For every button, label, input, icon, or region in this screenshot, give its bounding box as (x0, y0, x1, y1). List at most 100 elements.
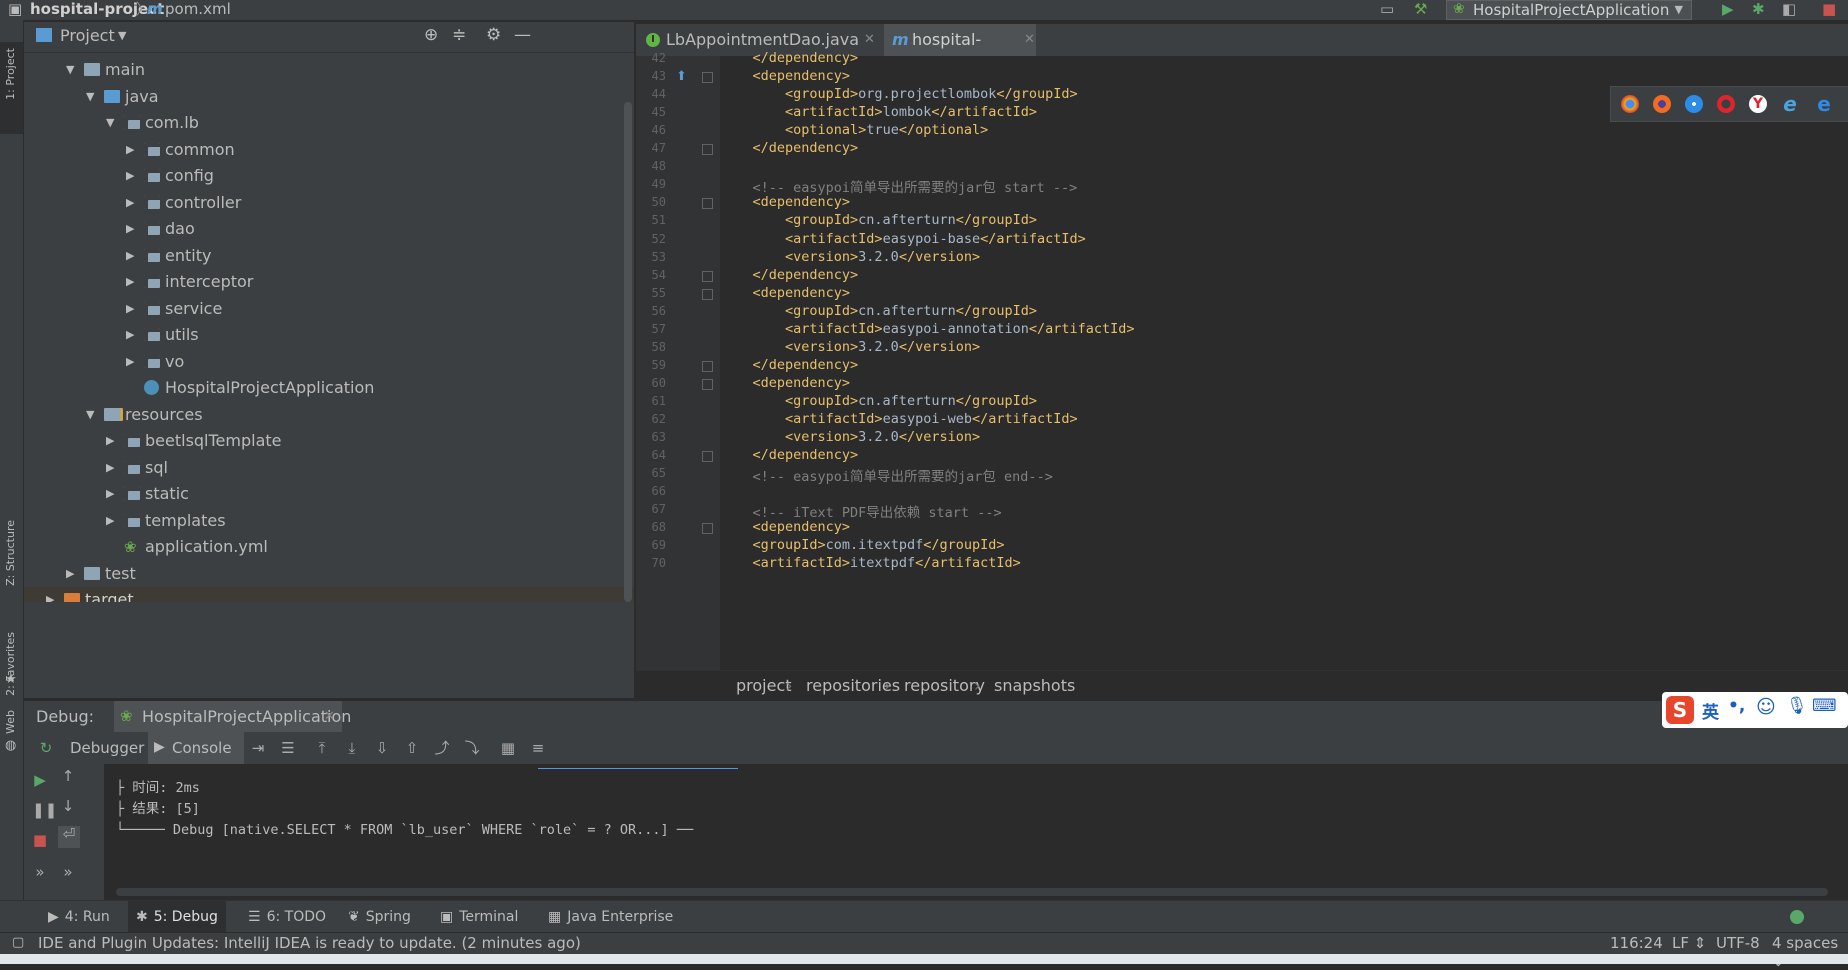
tree-item[interactable]: ❀ application.yml (24, 534, 634, 560)
line-separator[interactable]: LF ⇕ (1672, 934, 1706, 952)
status-toggle-icon[interactable]: ▢ (12, 935, 24, 950)
file-encoding[interactable]: UTF-8 (1716, 934, 1760, 952)
ie-icon[interactable]: e (1781, 94, 1799, 114)
tree-item[interactable]: ▼ resources (24, 402, 634, 428)
chevron-down-icon[interactable]: ▼ (118, 29, 126, 42)
tool-tab[interactable]: ▣ Terminal (432, 901, 526, 933)
trace-icon[interactable]: ≡ (530, 740, 546, 756)
tree-item[interactable]: ▶ entity (24, 243, 634, 269)
step-into-icon[interactable]: ⇩ (374, 740, 390, 756)
ime-lang-toggle[interactable]: 英 (1702, 698, 1719, 723)
tree-item[interactable]: ▶ static (24, 481, 634, 507)
event-log-button[interactable]: Event (1790, 901, 1848, 957)
layout-icon[interactable]: ▭ (1380, 0, 1394, 18)
collapse-all-icon[interactable]: ≑ (452, 25, 466, 45)
sogou-icon[interactable]: S (1666, 696, 1694, 724)
tab-hospital-project[interactable]: m hospital-project ✕ (884, 24, 1036, 81)
frames-icon[interactable]: ☰ (280, 740, 296, 756)
chevron-right-icon[interactable]: ▶ (126, 296, 134, 322)
soft-wrap-icon[interactable]: ⏎ (58, 826, 80, 848)
tree-item[interactable]: ▶ service (24, 296, 634, 322)
minimize-icon[interactable]: — (514, 25, 531, 45)
tree-item[interactable]: ▶ controller (24, 190, 634, 216)
fold-marker-icon[interactable] (702, 360, 713, 372)
fold-marker-icon[interactable] (702, 288, 713, 300)
chevron-right-icon[interactable]: ▶ (46, 587, 54, 602)
project-tool-button[interactable]: 1: Project (0, 42, 23, 134)
stop-icon[interactable]: ■ (1822, 0, 1836, 18)
opera-icon[interactable] (1717, 95, 1735, 113)
rerun-icon[interactable]: ↻ (38, 740, 54, 756)
fold-marker-icon[interactable] (702, 523, 713, 535)
tree-scrollbar[interactable] (624, 102, 632, 602)
arrow-up-icon[interactable]: ↑ (60, 768, 76, 784)
chevron-down-icon[interactable]: ▼ (86, 402, 94, 428)
fold-marker-icon[interactable] (702, 144, 713, 156)
coverage-icon[interactable]: ◧ (1782, 0, 1796, 18)
tree-item[interactable]: ▼ main (24, 57, 634, 83)
breadcrumb-item[interactable]: repository (904, 676, 985, 695)
nav-file[interactable]: pom.xml (165, 0, 231, 18)
tool-tab[interactable]: ❦ Spring (340, 901, 419, 933)
breadcrumb-item[interactable]: snapshots (994, 676, 1075, 695)
project-view-label[interactable]: Project (60, 26, 115, 45)
web-tool-button[interactable]: Web (4, 710, 17, 734)
tree-item[interactable]: ▶ target (24, 587, 634, 602)
chevron-right-icon[interactable]: ▶ (106, 455, 114, 481)
tree-item[interactable]: ▶ sql (24, 455, 634, 481)
tree-item[interactable]: ▶ vo (24, 349, 634, 375)
locate-icon[interactable]: ⊕ (424, 25, 438, 45)
tree-item[interactable]: ▶ config (24, 163, 634, 189)
tool-tab[interactable]: ▶ 4: Run (40, 901, 118, 933)
breadcrumb-item[interactable]: project (736, 676, 792, 695)
keyboard-icon[interactable]: ⌨ (1812, 696, 1837, 716)
indent-setting[interactable]: 4 spaces ⇕ (1772, 934, 1848, 970)
tool-tab[interactable]: ▦ Java Enterprise (540, 901, 681, 933)
stop-icon[interactable]: ■ (32, 832, 48, 848)
tree-item[interactable]: ▶ utils (24, 322, 634, 348)
fold-marker-icon[interactable] (702, 378, 713, 390)
tree-item[interactable]: ▶ interceptor (24, 269, 634, 295)
chevron-right-icon[interactable]: ▶ (126, 349, 134, 375)
code-editor[interactable]: </dependency> <dependency> <groupId>org.… (720, 50, 1848, 670)
tree-item[interactable]: ▶ common (24, 137, 634, 163)
tree-item[interactable]: ▶ dao (24, 216, 634, 242)
fold-marker-icon[interactable] (702, 451, 713, 463)
drop-frame-icon[interactable]: ⤴ (434, 740, 450, 756)
chevron-down-icon[interactable]: ▼ (86, 84, 94, 110)
ime-punct-toggle[interactable]: •, (1728, 696, 1745, 716)
chevron-right-icon[interactable]: ▶ (106, 481, 114, 507)
tree-item[interactable]: HospitalProjectApplication (24, 375, 634, 401)
evaluate-icon[interactable]: ▦ (500, 740, 516, 756)
step-out-icon[interactable]: ⇧ (404, 740, 420, 756)
tab-console[interactable]: ▶ Console (148, 732, 244, 764)
run-to-cursor-icon[interactable]: ⤵ (464, 740, 480, 756)
build-hammer-icon[interactable]: ⚒ (1414, 0, 1427, 18)
chevron-right-icon[interactable]: ▶ (126, 243, 134, 269)
chevron-right-icon[interactable]: ▶ (106, 508, 114, 534)
arrow-down-icon[interactable]: ↓ (60, 798, 76, 814)
run-config-select[interactable]: ❀ HospitalProjectApplication ▼ (1446, 0, 1692, 20)
close-icon[interactable]: ✕ (864, 24, 875, 56)
tree-item[interactable]: ▼ java (24, 84, 634, 110)
caret-position[interactable]: 116:24 (1610, 934, 1663, 952)
close-icon[interactable]: ✕ (1024, 24, 1035, 56)
fold-marker-icon[interactable] (702, 72, 713, 84)
console-hscrollbar[interactable] (116, 888, 1828, 896)
debug-session-tab[interactable]: ❀ HospitalProjectApplication ✕ (114, 701, 351, 733)
tree-item[interactable]: ▶ beetlsqlTemplate (24, 428, 634, 454)
tool-tab[interactable]: ☰ 6: TODO (240, 901, 334, 933)
chevron-right-icon[interactable]: ▶ (66, 561, 74, 587)
safari-icon[interactable] (1685, 95, 1703, 113)
close-icon[interactable]: ✕ (324, 709, 335, 724)
debug-bug-icon[interactable]: ✱ (1752, 0, 1765, 18)
more-icon[interactable]: » (32, 864, 48, 880)
structure-tool-button[interactable]: Z: Structure (4, 520, 17, 586)
firefox-icon[interactable] (1653, 95, 1671, 113)
more-icon[interactable]: » (60, 864, 76, 880)
tab-debugger[interactable]: Debugger (70, 739, 144, 757)
maven-override-icon[interactable]: ⬆ (676, 69, 687, 84)
chevron-right-icon[interactable]: ▶ (126, 322, 134, 348)
pin-icon[interactable]: ⇥ (250, 740, 266, 756)
chevron-down-icon[interactable]: ▼ (106, 110, 114, 136)
